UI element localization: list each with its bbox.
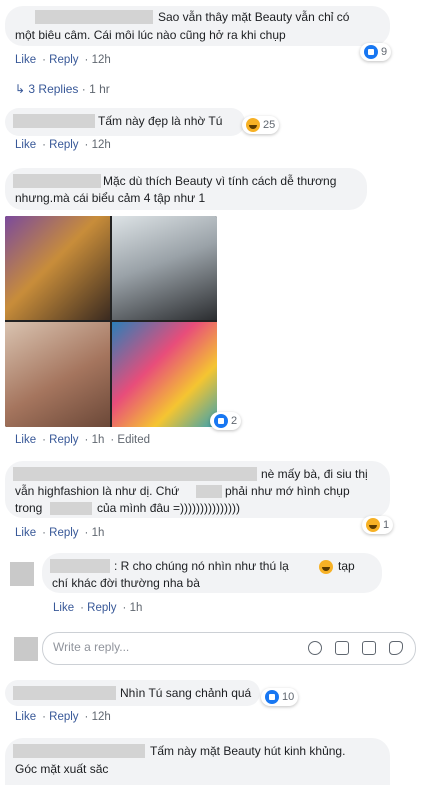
comment-text: : R cho chúng nó nhìn như thú lạ (114, 559, 289, 573)
reply-arrow-icon: ↳ (15, 82, 26, 96)
comment-bubble: Nhìn Tú sang chảnh quá (5, 680, 260, 706)
like-link[interactable]: Like (15, 139, 36, 151)
reaction-count: 25 (263, 119, 276, 131)
reply-link[interactable]: Reply (49, 54, 78, 66)
replies-count[interactable]: 3 Replies (28, 82, 78, 96)
like-link[interactable]: Like (15, 434, 36, 446)
comment-bubble: Tấm này đẹp là nhờ Tú (5, 108, 245, 136)
avatar (14, 637, 38, 661)
comment-time: 12h (91, 711, 111, 723)
comment-text: trong (15, 501, 43, 515)
like-link[interactable]: Like (15, 527, 36, 539)
like-icon (364, 45, 378, 59)
comment-text: Tấm này mặt Beauty hút kinh khủng. (150, 744, 346, 758)
comment-text: nhưng.mà cái biểu cảm 4 tập như 1 (15, 191, 206, 205)
haha-icon (366, 518, 380, 532)
comment-time: 12h (91, 54, 111, 66)
gif-icon[interactable] (362, 641, 376, 655)
comment-bubble: nè mấy bà, đi siu thị vẫn highfashion là… (5, 461, 390, 518)
redacted-name (35, 10, 153, 24)
reaction-count: 1 (383, 519, 390, 531)
redacted-name (13, 174, 101, 188)
view-replies[interactable]: ↳ 3 Replies · 1 hr (15, 82, 110, 96)
comment-text: của mình đâu =))))))))))))))) (97, 501, 240, 515)
photo-tile[interactable] (112, 322, 217, 427)
camera-icon[interactable] (335, 641, 349, 655)
comment-text: nè mấy bà, đi siu thị (261, 467, 368, 481)
redacted-name (13, 114, 95, 128)
reaction-badge[interactable]: 2 (210, 412, 242, 430)
reply-link[interactable]: Reply (87, 602, 116, 614)
comment-time: 12h (91, 139, 111, 151)
comment-text: chí khác đời thường nha bà (52, 576, 200, 590)
reply-link[interactable]: Reply (49, 711, 78, 723)
redacted-name (50, 559, 110, 573)
reply-input[interactable]: Write a reply... (42, 632, 416, 665)
redacted-name (13, 744, 145, 758)
reply-link[interactable]: Reply (49, 434, 78, 446)
redacted-name (13, 686, 116, 700)
comment-text: Mặc dù thích Beauty vì tính cách dễ thươ… (103, 174, 337, 188)
reaction-badge[interactable]: 1 (362, 516, 394, 534)
comment-actions: Like · Reply · 1h (53, 602, 143, 614)
sticker-icon[interactable] (389, 641, 403, 655)
avatar[interactable] (10, 562, 34, 586)
like-icon (265, 690, 279, 704)
like-link[interactable]: Like (15, 711, 36, 723)
redacted-name (13, 467, 257, 481)
comment-photo-grid[interactable] (5, 216, 217, 427)
photo-tile[interactable] (5, 216, 110, 320)
comment-text: phải như mớ hình chụp (225, 484, 350, 498)
redacted-name (196, 485, 222, 498)
comment-text: Góc mặt xuất săc (15, 762, 109, 776)
emoji-icon[interactable] (308, 641, 322, 655)
replies-time: 1 hr (89, 82, 110, 96)
reaction-badge[interactable]: 10 (261, 688, 299, 706)
reaction-count: 2 (231, 415, 238, 427)
edited-label: Edited (117, 434, 151, 446)
reaction-count: 9 (381, 46, 388, 58)
comment-bubble: Sao vẫn thây mặt Beauty vẫn chỉ có một b… (5, 6, 390, 46)
reaction-badge[interactable]: 9 (360, 43, 392, 61)
photo-tile[interactable] (112, 216, 217, 320)
comment-text: Sao vẫn thây mặt Beauty vẫn chỉ có (158, 10, 350, 24)
like-link[interactable]: Like (15, 54, 36, 66)
comment-bubble: Mặc dù thích Beauty vì tính cách dễ thươ… (5, 168, 367, 210)
reply-placeholder: Write a reply... (53, 640, 130, 654)
comment-actions: Like · Reply · 12h (15, 711, 111, 723)
haha-icon (246, 118, 260, 132)
reaction-count: 10 (282, 691, 295, 703)
comment-actions: Like · Reply · 12h (15, 54, 111, 66)
comment-actions: Like · Reply · 1h · Edited (15, 434, 151, 446)
comment-bubble: : R cho chúng nó nhìn như thú lạ tạp chí… (42, 553, 382, 593)
comment-bubble: Tấm này mặt Beauty hút kinh khủng. Góc m… (5, 738, 390, 785)
reply-link[interactable]: Reply (49, 527, 78, 539)
like-icon (214, 414, 228, 428)
comment-time: 1h (91, 527, 105, 539)
comment-text: Nhìn Tú sang chảnh quá (120, 686, 252, 700)
comment-text: một biêu câm. Cái môi lúc nào cũng hở ra… (15, 28, 286, 42)
comment-text: tạp (338, 559, 355, 573)
comment-actions: Like · Reply · 12h (15, 139, 111, 151)
reaction-badge[interactable]: 25 (242, 116, 280, 134)
like-link[interactable]: Like (53, 602, 74, 614)
redacted-name (50, 502, 92, 515)
emoji-icon (319, 560, 333, 574)
comment-text: Tấm này đẹp là nhờ Tú (98, 114, 223, 128)
reply-link[interactable]: Reply (49, 139, 78, 151)
photo-tile[interactable] (5, 322, 110, 427)
comment-text: vẫn highfashion là như dị. Chứ (15, 484, 180, 498)
comment-actions: Like · Reply · 1h (15, 527, 105, 539)
comment-time: 1h (91, 434, 105, 446)
comment-time: 1h (129, 602, 143, 614)
